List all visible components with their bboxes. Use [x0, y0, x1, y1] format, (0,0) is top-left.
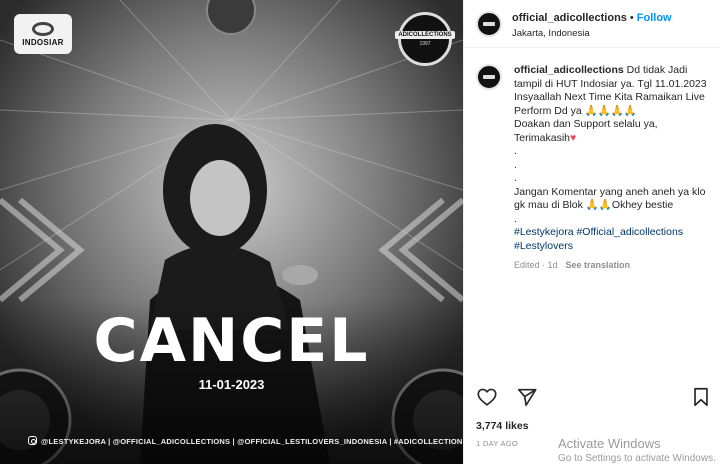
- post-header: official_adicollections • Follow Jakarta, …: [464, 0, 720, 48]
- caption-username[interactable]: official_adicollections: [514, 64, 624, 76]
- post-panel: official_adicollections • Follow Jakarta, …: [463, 0, 720, 464]
- windows-watermark: Activate Windows Go to Settings to activ…: [558, 436, 716, 464]
- watermark-subtitle: Go to Settings to activate Windows.: [558, 453, 716, 464]
- caption: official_adicollections Dd tidak Jadi ta…: [476, 64, 716, 273]
- heart-outline-icon[interactable]: [476, 386, 498, 408]
- caption-line-3: Doakan dan Support selalu ya, Terimakasi…: [514, 118, 714, 145]
- caption-line-3-text: Doakan dan Support selalu ya, Terimakasi…: [514, 118, 658, 144]
- action-bar: [476, 386, 712, 410]
- avatar[interactable]: [476, 10, 502, 37]
- event-date: 11-01-2023: [198, 377, 265, 392]
- instagram-icon: [28, 436, 37, 445]
- caption-line-4: .: [514, 145, 517, 157]
- caption-line-8: .: [514, 212, 517, 225]
- caption-line-6: .: [514, 172, 517, 184]
- post-image[interactable]: INDOSIAR ADICOLLECTIONS 1997 CANCEL 11-0…: [0, 0, 463, 464]
- hashtag-line-2[interactable]: #Lestylovers: [514, 240, 714, 254]
- caption-footer: Edited · 1d See translation: [514, 259, 714, 273]
- header-meta: official_adicollections • Follow Jakarta, …: [512, 8, 672, 39]
- watermark-title: Activate Windows: [558, 436, 661, 451]
- channel-logo-text: INDOSIAR: [22, 37, 64, 47]
- red-heart-icon: ♥: [570, 131, 577, 144]
- see-translation-link[interactable]: See translation: [566, 260, 631, 270]
- adicollections-seal: ADICOLLECTIONS 1997: [395, 12, 455, 66]
- hashtag-line-1[interactable]: #Lestykejora #Official_adicollections: [514, 226, 714, 240]
- follow-button[interactable]: Follow: [637, 12, 672, 24]
- caption-line-5: .: [514, 158, 517, 171]
- caption-avatar[interactable]: [476, 64, 502, 90]
- headline: CANCEL: [93, 306, 370, 376]
- paper-plane-icon[interactable]: [516, 386, 538, 408]
- header-username[interactable]: official_adicollections: [512, 12, 627, 24]
- channel-logo: INDOSIAR: [14, 14, 72, 54]
- background-art: [0, 0, 463, 464]
- location[interactable]: Jakarta, Indonesia: [512, 28, 672, 39]
- credits-text: @LESTYKEJORA | @OFFICIAL_ADICOLLECTIONS …: [41, 437, 463, 446]
- seal-text: ADICOLLECTIONS: [395, 31, 455, 39]
- separator: •: [629, 12, 634, 24]
- credits-line: @LESTYKEJORA | @OFFICIAL_ADICOLLECTIONS …: [28, 436, 463, 446]
- like-count[interactable]: 3,774 likes: [476, 420, 529, 432]
- edited-label: Edited · 1d: [514, 260, 558, 270]
- channel-logo-mark: [32, 21, 54, 36]
- caption-line-7: Jangan Komentar yang aneh aneh ya klo gk…: [514, 185, 706, 212]
- post-time[interactable]: 1 DAY AGO: [476, 439, 518, 448]
- bookmark-icon[interactable]: [690, 386, 712, 408]
- caption-line-2: Insyaallah Next Time Kita Ramaikan Live …: [514, 91, 705, 117]
- caption-body: official_adicollections Dd tidak Jadi ta…: [514, 64, 714, 273]
- seal-year: 1997: [419, 41, 431, 47]
